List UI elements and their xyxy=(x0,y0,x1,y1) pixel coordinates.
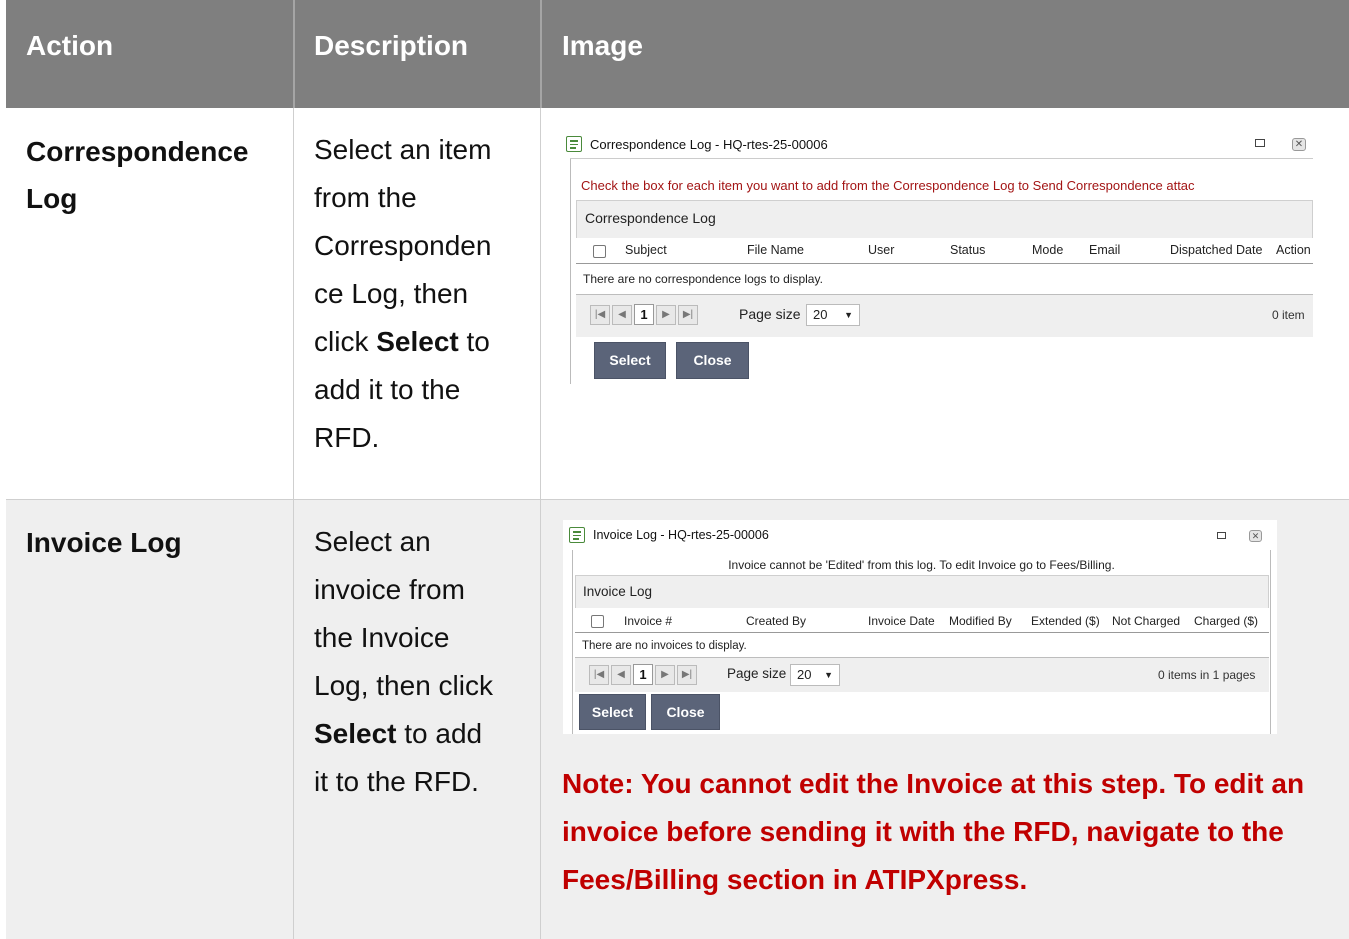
last-page-icon[interactable]: ▶| xyxy=(677,665,697,685)
column-header[interactable]: User xyxy=(868,243,894,257)
description-line: Select an xyxy=(314,526,431,557)
description-text: click xyxy=(314,326,377,357)
close-button[interactable]: Close xyxy=(651,694,720,730)
description-line: Corresponden xyxy=(314,230,492,261)
page-size-value: 20 xyxy=(813,307,828,322)
column-header[interactable]: Action xyxy=(1276,243,1313,257)
window-icon xyxy=(566,136,582,152)
next-page-icon[interactable]: ▶ xyxy=(656,305,676,325)
invoice-log-dialog: Invoice Log - HQ-rtes-25-00006 ✕ Invoice… xyxy=(563,520,1277,734)
column-header[interactable]: Status xyxy=(950,243,985,257)
table-header: Action Description Image xyxy=(6,0,1349,108)
pager: |◀ ◀ 1 ▶ ▶| Page size 20 ▼ 0 item xyxy=(576,294,1313,337)
column-header[interactable]: Charged ($) xyxy=(1194,614,1258,628)
last-page-icon[interactable]: ▶| xyxy=(678,305,698,325)
row2-action: Invoice Log xyxy=(26,527,182,558)
row2-description: Select an invoice from the Invoice Log, … xyxy=(314,518,493,806)
warning-note: Note: You cannot edit the Invoice at thi… xyxy=(562,768,1305,895)
description-bold: Select xyxy=(376,326,459,357)
next-page-icon[interactable]: ▶ xyxy=(655,665,675,685)
window-icon xyxy=(569,527,585,543)
column-header[interactable]: Not Charged xyxy=(1112,614,1180,628)
prev-page-icon[interactable]: ◀ xyxy=(612,305,632,325)
header-description: Description xyxy=(314,30,469,61)
action-text: Log xyxy=(26,183,78,214)
close-icon[interactable]: ✕ xyxy=(1249,530,1262,542)
select-button[interactable]: Select xyxy=(594,342,666,379)
column-header[interactable]: Dispatched Date xyxy=(1170,243,1262,257)
close-button[interactable]: Close xyxy=(676,342,749,379)
description-line: add it to the xyxy=(314,374,461,405)
column-header[interactable]: Modified By xyxy=(949,614,1012,628)
dialog-title: Invoice Log - HQ-rtes-25-00006 xyxy=(593,528,769,542)
select-all-checkbox[interactable] xyxy=(593,245,606,258)
action-text: Correspondence xyxy=(26,136,249,167)
description-line: Select an item xyxy=(314,134,492,165)
section-header: Correspondence Log xyxy=(576,200,1313,238)
column-header[interactable]: Invoice Date xyxy=(868,614,935,628)
column-header[interactable]: Mode xyxy=(1032,243,1063,257)
pager: |◀ ◀ 1 ▶ ▶| Page size 20 ▼ 0 items in 1 p… xyxy=(575,657,1269,692)
prev-page-icon[interactable]: ◀ xyxy=(611,665,631,685)
row-divider xyxy=(6,499,1349,500)
empty-message: There are no invoices to display. xyxy=(582,640,747,652)
page-size-value: 20 xyxy=(797,667,812,682)
page-size-select[interactable]: 20 ▼ xyxy=(806,304,860,326)
header-action: Action xyxy=(26,30,114,61)
page-size-label: Page size xyxy=(727,666,787,681)
empty-message: There are no correspondence logs to disp… xyxy=(583,272,823,286)
first-page-icon[interactable]: |◀ xyxy=(589,665,609,685)
description-line: Log, then click xyxy=(314,670,493,701)
page-size-label: Page size xyxy=(739,306,801,322)
description-bold: Select xyxy=(314,718,397,749)
chevron-down-icon: ▼ xyxy=(844,310,853,320)
description-line: the Invoice xyxy=(314,622,450,653)
row1-description: Select an item from the Corresponden ce … xyxy=(314,126,491,462)
column-header[interactable]: Email xyxy=(1089,243,1120,257)
column-header[interactable]: Extended ($) xyxy=(1031,614,1100,628)
description-line: it to the RFD. xyxy=(314,766,479,797)
description-line: Select to add xyxy=(314,710,493,758)
maximize-icon[interactable] xyxy=(1217,532,1226,539)
dialog-title: Correspondence Log - HQ-rtes-25-00006 xyxy=(590,137,828,152)
description-line: ce Log, then xyxy=(314,278,469,309)
instruction-message: Check the box for each item you want to … xyxy=(581,178,1195,193)
description-line: click Select to xyxy=(314,318,491,366)
maximize-icon[interactable] xyxy=(1255,139,1265,147)
column-divider xyxy=(293,108,294,939)
grid-header-row: Subject File Name User Status Mode Email… xyxy=(576,238,1313,264)
current-page[interactable]: 1 xyxy=(634,304,654,325)
select-all-checkbox[interactable] xyxy=(591,615,604,628)
section-header: Invoice Log xyxy=(575,575,1269,608)
grid-header-row: Invoice # Created By Invoice Date Modifi… xyxy=(575,608,1269,633)
page-info: 0 item xyxy=(1272,308,1305,322)
chevron-down-icon: ▼ xyxy=(824,670,833,680)
description-text: to xyxy=(458,326,490,357)
column-header[interactable]: Subject xyxy=(625,243,667,257)
header-image: Image xyxy=(562,30,643,61)
current-page[interactable]: 1 xyxy=(633,664,653,685)
select-button[interactable]: Select xyxy=(579,694,646,730)
header-divider xyxy=(293,0,295,108)
column-divider xyxy=(540,108,541,939)
description-line: RFD. xyxy=(314,422,380,453)
section-title: Invoice Log xyxy=(583,584,653,599)
info-message: Invoice cannot be 'Edited' from this log… xyxy=(728,558,1115,572)
description-line: invoice from xyxy=(314,574,465,605)
page-size-select[interactable]: 20 ▼ xyxy=(790,664,840,686)
row1-action: Correspondence Log xyxy=(26,128,249,222)
description-line: from the xyxy=(314,182,417,213)
correspondence-log-dialog: Correspondence Log - HQ-rtes-25-00006 ✕ … xyxy=(561,130,1313,384)
header-divider xyxy=(540,0,542,108)
column-header[interactable]: Invoice # xyxy=(624,614,672,628)
first-page-icon[interactable]: |◀ xyxy=(590,305,610,325)
page-info: 0 items in 1 pages xyxy=(1158,668,1256,682)
column-header[interactable]: Created By xyxy=(746,614,806,628)
close-icon[interactable]: ✕ xyxy=(1292,138,1306,151)
description-text: to add xyxy=(396,718,483,749)
column-header[interactable]: File Name xyxy=(747,243,804,257)
section-title: Correspondence Log xyxy=(585,210,716,226)
